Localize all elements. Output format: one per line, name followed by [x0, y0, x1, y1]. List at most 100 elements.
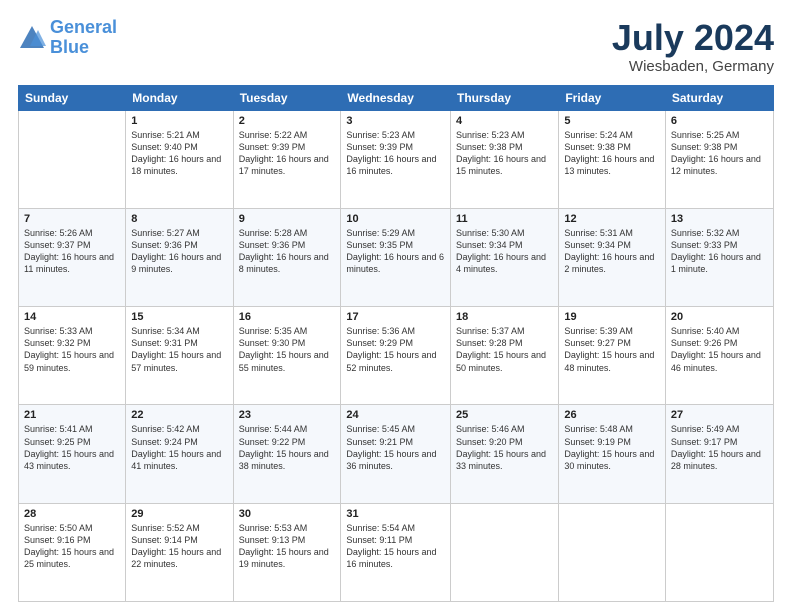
cell-info: Sunrise: 5:44 AMSunset: 9:22 PMDaylight:… — [239, 423, 336, 472]
cell-info: Sunrise: 5:34 AMSunset: 9:31 PMDaylight:… — [131, 325, 227, 374]
col-saturday: Saturday — [665, 85, 773, 110]
date-number: 18 — [456, 311, 553, 323]
day-cell: 14 Sunrise: 5:33 AMSunset: 9:32 PMDayligh… — [19, 307, 126, 405]
day-cell: 4 Sunrise: 5:23 AMSunset: 9:38 PMDaylight… — [451, 110, 559, 208]
date-number: 28 — [24, 508, 120, 520]
day-cell: 23 Sunrise: 5:44 AMSunset: 9:22 PMDayligh… — [233, 405, 341, 503]
date-number: 26 — [564, 409, 660, 421]
day-cell: 8 Sunrise: 5:27 AMSunset: 9:36 PMDaylight… — [126, 208, 233, 306]
day-cell — [559, 503, 666, 601]
date-number: 14 — [24, 311, 120, 323]
date-number: 6 — [671, 115, 768, 127]
date-number: 8 — [131, 213, 227, 225]
col-sunday: Sunday — [19, 85, 126, 110]
date-number: 17 — [346, 311, 445, 323]
week-row-4: 21Sunrise: 5:41 AMSunset: 9:25 PMDayligh… — [19, 405, 774, 503]
cell-info: Sunrise: 5:33 AMSunset: 9:32 PMDaylight:… — [24, 325, 120, 374]
day-cell: 22 Sunrise: 5:42 AMSunset: 9:24 PMDayligh… — [126, 405, 233, 503]
location: Wiesbaden, Germany — [612, 58, 774, 75]
cell-info: Sunrise: 5:37 AMSunset: 9:28 PMDaylight:… — [456, 325, 553, 374]
date-number: 15 — [131, 311, 227, 323]
cell-info: Sunrise: 5:31 AMSunset: 9:34 PMDaylight:… — [564, 227, 660, 276]
cell-info: Sunrise: 5:23 AMSunset: 9:38 PMDaylight:… — [456, 129, 553, 178]
day-cell: 20Sunrise: 5:40 AMSunset: 9:26 PMDayligh… — [665, 307, 773, 405]
date-number: 1 — [131, 115, 227, 127]
col-tuesday: Tuesday — [233, 85, 341, 110]
day-cell — [665, 503, 773, 601]
date-number: 13 — [671, 213, 768, 225]
day-cell: 29Sunrise: 5:52 AMSunset: 9:14 PMDayligh… — [126, 503, 233, 601]
date-number: 2 — [239, 115, 336, 127]
day-cell — [19, 110, 126, 208]
logo: General Blue — [18, 18, 117, 58]
day-cell: 13 Sunrise: 5:32 AMSunset: 9:33 PMDayligh… — [665, 208, 773, 306]
day-cell: 31 Sunrise: 5:54 AMSunset: 9:11 PMDayligh… — [341, 503, 451, 601]
week-row-1: 1Sunrise: 5:21 AMSunset: 9:40 PMDaylight… — [19, 110, 774, 208]
day-cell: 30 Sunrise: 5:53 AMSunset: 9:13 PMDayligh… — [233, 503, 341, 601]
cell-info: Sunrise: 5:45 AMSunset: 9:21 PMDaylight:… — [346, 423, 445, 472]
date-number: 9 — [239, 213, 336, 225]
day-cell: 26 Sunrise: 5:48 AMSunset: 9:19 PMDayligh… — [559, 405, 666, 503]
day-cell: 27 Sunrise: 5:49 AMSunset: 9:17 PMDayligh… — [665, 405, 773, 503]
day-cell: 12 Sunrise: 5:31 AMSunset: 9:34 PMDayligh… — [559, 208, 666, 306]
title-block: July 2024 Wiesbaden, Germany — [612, 18, 774, 75]
day-cell: 15 Sunrise: 5:34 AMSunset: 9:31 PMDayligh… — [126, 307, 233, 405]
day-cell: 5Sunrise: 5:24 AMSunset: 9:38 PMDaylight… — [559, 110, 666, 208]
day-cell: 9 Sunrise: 5:28 AMSunset: 9:36 PMDaylight… — [233, 208, 341, 306]
day-cell: 18 Sunrise: 5:37 AMSunset: 9:28 PMDayligh… — [451, 307, 559, 405]
col-thursday: Thursday — [451, 85, 559, 110]
date-number: 22 — [131, 409, 227, 421]
cell-info: Sunrise: 5:25 AMSunset: 9:38 PMDaylight:… — [671, 129, 768, 178]
day-cell: 16Sunrise: 5:35 AMSunset: 9:30 PMDayligh… — [233, 307, 341, 405]
date-number: 29 — [131, 508, 227, 520]
date-number: 3 — [346, 115, 445, 127]
date-number: 31 — [346, 508, 445, 520]
cell-info: Sunrise: 5:24 AMSunset: 9:38 PMDaylight:… — [564, 129, 660, 178]
date-number: 19 — [564, 311, 660, 323]
week-row-3: 14 Sunrise: 5:33 AMSunset: 9:32 PMDayligh… — [19, 307, 774, 405]
day-cell: 25Sunrise: 5:46 AMSunset: 9:20 PMDayligh… — [451, 405, 559, 503]
date-number: 7 — [24, 213, 120, 225]
day-cell: 6 Sunrise: 5:25 AMSunset: 9:38 PMDaylight… — [665, 110, 773, 208]
cell-info: Sunrise: 5:29 AMSunset: 9:35 PMDaylight:… — [346, 227, 445, 276]
date-number: 30 — [239, 508, 336, 520]
cell-info: Sunrise: 5:41 AMSunset: 9:25 PMDaylight:… — [24, 423, 120, 472]
cell-info: Sunrise: 5:28 AMSunset: 9:36 PMDaylight:… — [239, 227, 336, 276]
cell-info: Sunrise: 5:32 AMSunset: 9:33 PMDaylight:… — [671, 227, 768, 276]
logo-text: General Blue — [50, 18, 117, 58]
week-row-5: 28Sunrise: 5:50 AMSunset: 9:16 PMDayligh… — [19, 503, 774, 601]
cell-info: Sunrise: 5:36 AMSunset: 9:29 PMDaylight:… — [346, 325, 445, 374]
day-cell: 7Sunrise: 5:26 AMSunset: 9:37 PMDaylight… — [19, 208, 126, 306]
cell-info: Sunrise: 5:30 AMSunset: 9:34 PMDaylight:… — [456, 227, 553, 276]
cell-info: Sunrise: 5:49 AMSunset: 9:17 PMDaylight:… — [671, 423, 768, 472]
date-number: 10 — [346, 213, 445, 225]
cell-info: Sunrise: 5:53 AMSunset: 9:13 PMDaylight:… — [239, 522, 336, 571]
day-cell: 17 Sunrise: 5:36 AMSunset: 9:29 PMDayligh… — [341, 307, 451, 405]
date-number: 11 — [456, 213, 553, 225]
date-number: 12 — [564, 213, 660, 225]
day-cell: 24 Sunrise: 5:45 AMSunset: 9:21 PMDayligh… — [341, 405, 451, 503]
day-cell: 19Sunrise: 5:39 AMSunset: 9:27 PMDayligh… — [559, 307, 666, 405]
col-monday: Monday — [126, 85, 233, 110]
cell-info: Sunrise: 5:23 AMSunset: 9:39 PMDaylight:… — [346, 129, 445, 178]
date-number: 25 — [456, 409, 553, 421]
day-cell: 28Sunrise: 5:50 AMSunset: 9:16 PMDayligh… — [19, 503, 126, 601]
logo-icon — [18, 24, 46, 52]
week-row-2: 7Sunrise: 5:26 AMSunset: 9:37 PMDaylight… — [19, 208, 774, 306]
date-number: 24 — [346, 409, 445, 421]
day-cell: 21Sunrise: 5:41 AMSunset: 9:25 PMDayligh… — [19, 405, 126, 503]
date-number: 23 — [239, 409, 336, 421]
cell-info: Sunrise: 5:42 AMSunset: 9:24 PMDaylight:… — [131, 423, 227, 472]
date-number: 20 — [671, 311, 768, 323]
cell-info: Sunrise: 5:54 AMSunset: 9:11 PMDaylight:… — [346, 522, 445, 571]
calendar-page: General Blue July 2024 Wiesbaden, German… — [0, 0, 792, 612]
date-number: 27 — [671, 409, 768, 421]
cell-info: Sunrise: 5:48 AMSunset: 9:19 PMDaylight:… — [564, 423, 660, 472]
logo-blue: Blue — [50, 37, 89, 57]
header-row: Sunday Monday Tuesday Wednesday Thursday… — [19, 85, 774, 110]
cell-info: Sunrise: 5:27 AMSunset: 9:36 PMDaylight:… — [131, 227, 227, 276]
day-cell: 2Sunrise: 5:22 AMSunset: 9:39 PMDaylight… — [233, 110, 341, 208]
date-number: 4 — [456, 115, 553, 127]
logo-general: General — [50, 17, 117, 37]
date-number: 16 — [239, 311, 336, 323]
